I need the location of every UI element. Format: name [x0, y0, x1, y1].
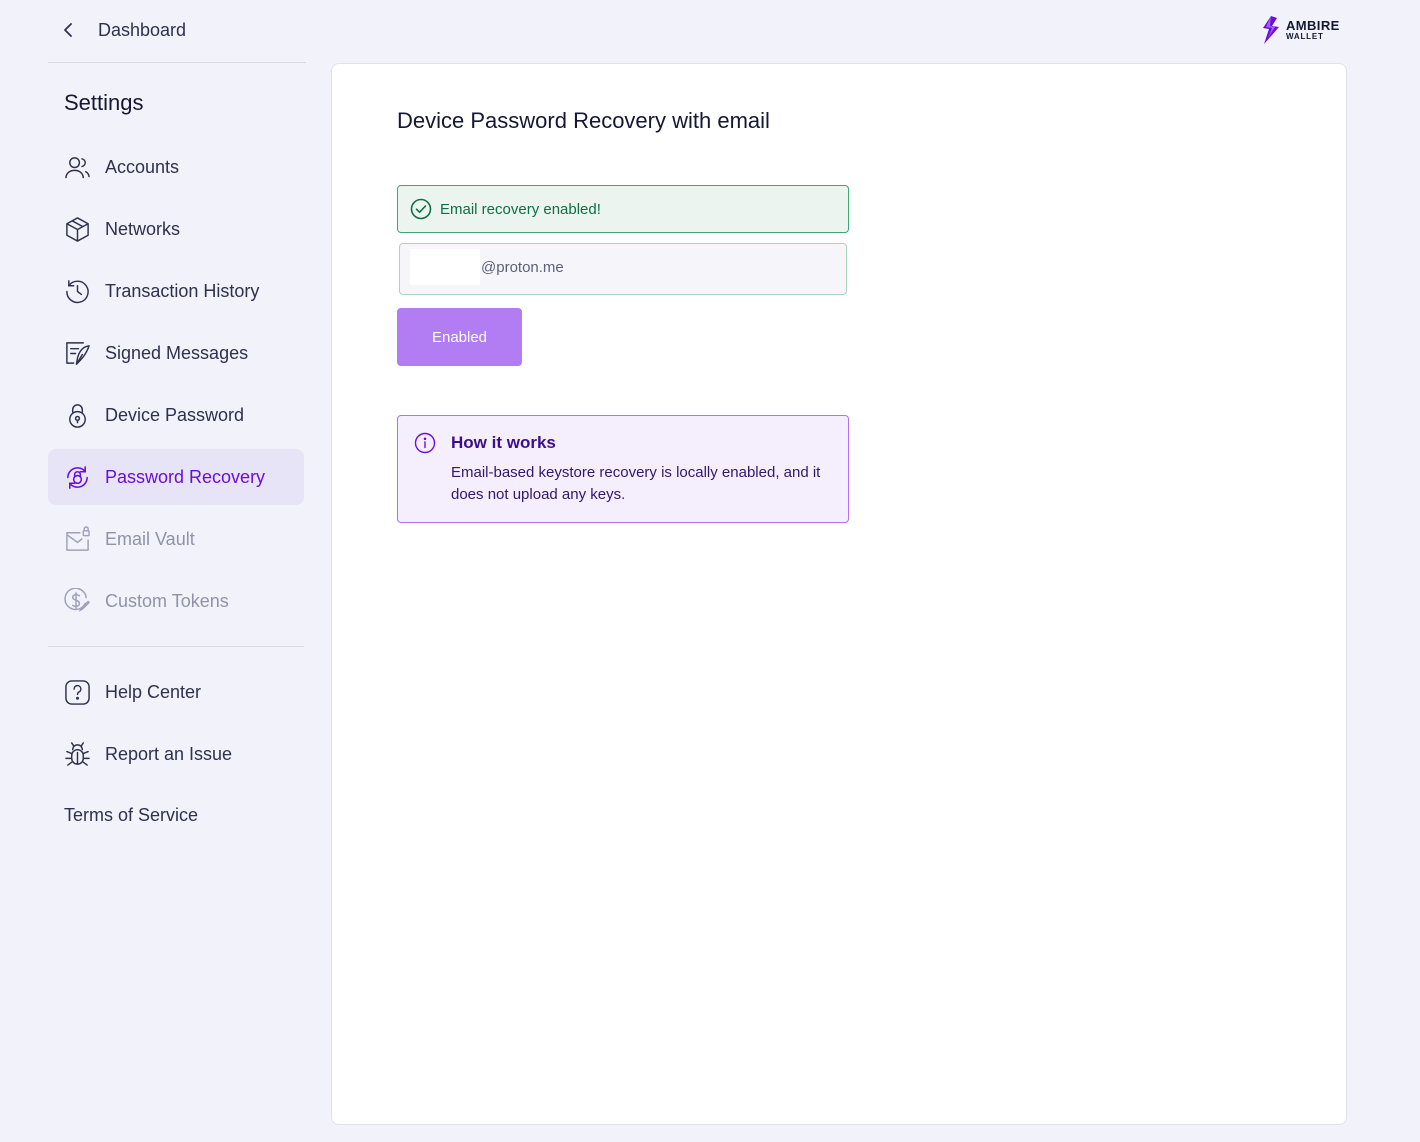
success-message: Email recovery enabled!	[440, 200, 601, 218]
email-vault-icon	[63, 525, 91, 553]
sidebar-item-help-center[interactable]: Help Center	[48, 664, 304, 720]
top-bar: Dashboard AMBIRE WALLET	[0, 0, 1420, 62]
custom-tokens-icon	[63, 587, 91, 615]
bug-icon	[63, 740, 91, 768]
info-body: Email-based keystore recovery is locally…	[451, 464, 821, 503]
terms-of-service-link[interactable]: Terms of Service	[64, 805, 198, 826]
logo-text-line2: WALLET	[1286, 32, 1324, 41]
settings-title: Settings	[64, 90, 144, 115]
sidebar-item-label: Password Recovery	[105, 466, 266, 487]
sidebar-item-label: Device Password	[105, 404, 245, 425]
sidebar-item-label: Email Vault	[105, 528, 195, 549]
signed-messages-icon	[63, 339, 91, 367]
sidebar-item-email-vault[interactable]: Email Vault	[48, 511, 304, 567]
sidebar-item-signed-messages[interactable]: Signed Messages	[48, 325, 304, 381]
redacted-email-local-part	[410, 249, 480, 285]
page-title: Device Password Recovery with email	[397, 108, 770, 133]
sidebar-item-password-recovery[interactable]: Password Recovery	[48, 449, 304, 505]
sidebar-item-label: Help Center	[105, 681, 202, 702]
ambire-logo-icon	[1263, 16, 1279, 44]
sidebar-item-label: Custom Tokens	[105, 590, 229, 611]
info-title: How it works	[451, 433, 556, 452]
sidebar-item-device-password[interactable]: Device Password	[48, 387, 304, 443]
success-alert: Email recovery enabled!	[397, 185, 849, 233]
sidebar-item-report-issue[interactable]: Report an Issue	[48, 726, 304, 782]
email-field[interactable]: @proton.me	[399, 243, 847, 295]
sidebar-item-label: Networks	[105, 218, 181, 239]
how-it-works-info-box: How it works Email-based keystore recove…	[397, 415, 849, 523]
sidebar-item-label: Transaction History	[105, 280, 260, 301]
networks-icon	[63, 215, 91, 243]
sidebar-item-custom-tokens[interactable]: Custom Tokens	[48, 573, 304, 629]
email-domain-text: @proton.me	[481, 259, 564, 276]
sidebar-item-transaction-history[interactable]: Transaction History	[48, 263, 304, 319]
ambire-wallet-logo: AMBIRE WALLET	[1260, 16, 1340, 44]
top-divider	[48, 62, 306, 63]
info-icon	[414, 432, 436, 454]
chevron-left-icon	[64, 23, 72, 37]
main-panel: Device Password Recovery with email Emai…	[331, 63, 1347, 1125]
history-icon	[63, 277, 91, 305]
enabled-button[interactable]: Enabled	[397, 308, 522, 366]
sidebar-item-networks[interactable]: Networks	[48, 201, 304, 257]
back-label: Dashboard	[98, 19, 187, 40]
accounts-icon	[63, 153, 91, 181]
sidebar-divider	[48, 646, 304, 647]
check-circle-icon	[410, 198, 432, 220]
help-icon	[63, 678, 91, 706]
logo-text-line1: AMBIRE	[1286, 18, 1340, 33]
lock-icon	[63, 401, 91, 429]
sidebar-item-accounts[interactable]: Accounts	[48, 139, 304, 195]
sidebar-item-label: Report an Issue	[105, 743, 233, 764]
sidebar-item-label: Signed Messages	[105, 342, 249, 363]
back-to-dashboard-link[interactable]: Dashboard	[60, 16, 186, 44]
sidebar-item-label: Accounts	[105, 156, 180, 177]
recovery-icon	[63, 463, 91, 491]
